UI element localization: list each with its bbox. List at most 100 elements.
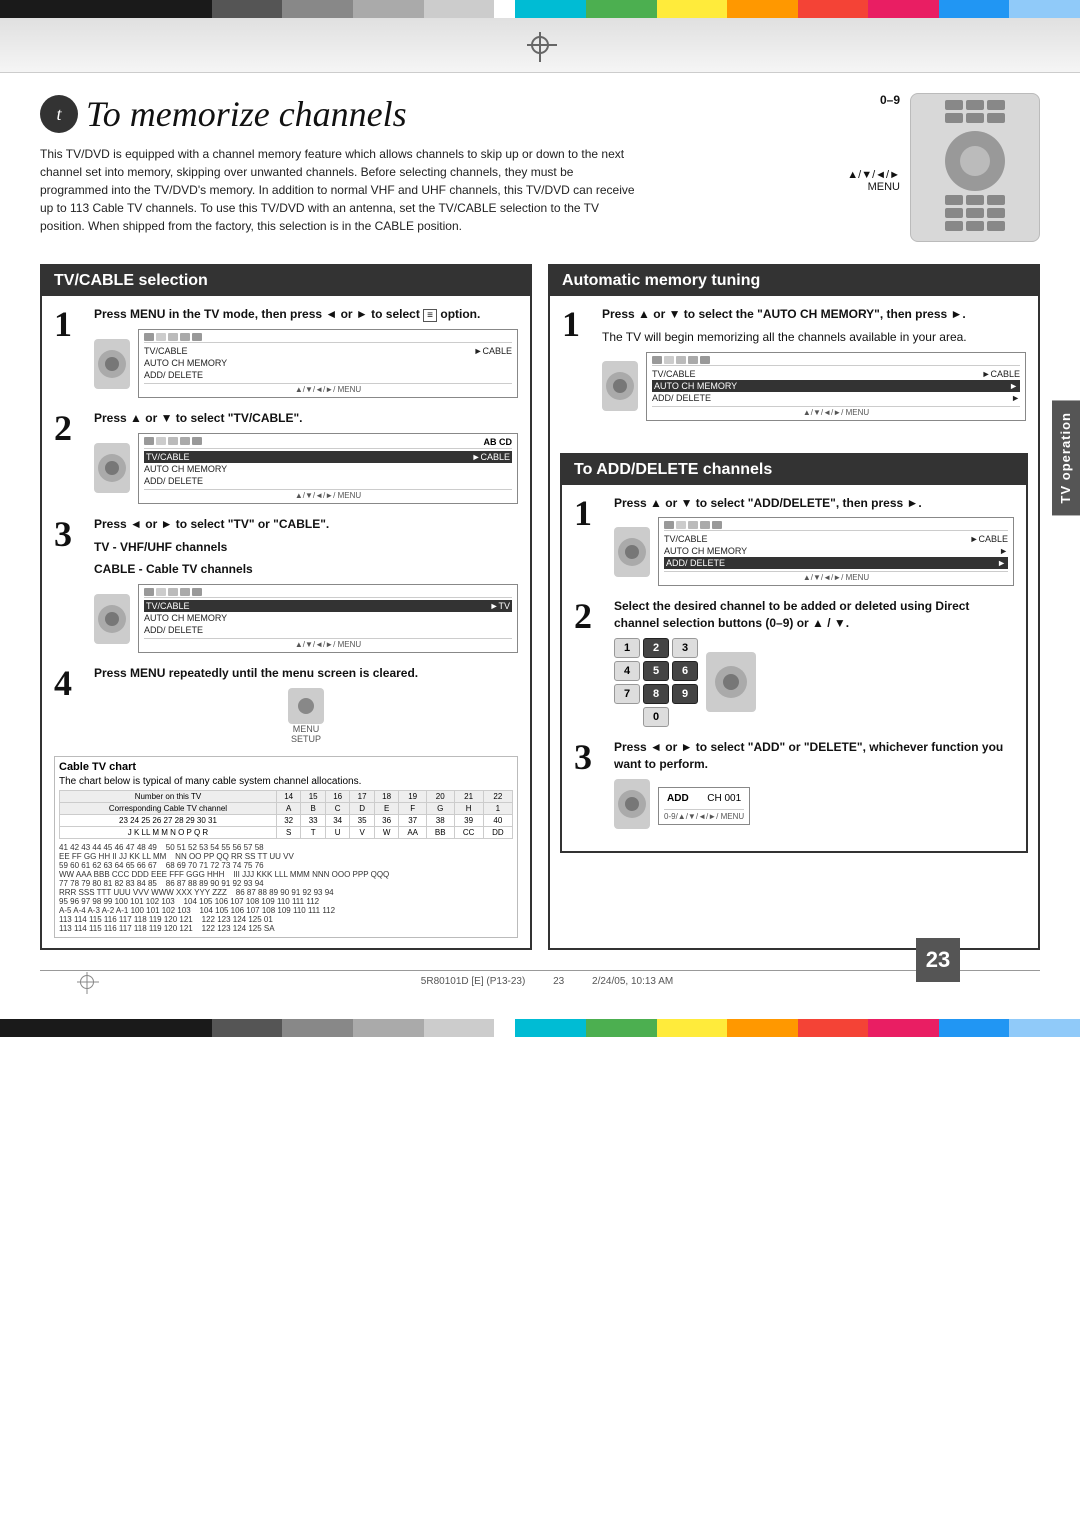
remote-label-09: 0–9	[880, 93, 900, 107]
main-sections-row: TV/CABLE selection 1 Press MENU in the T…	[40, 264, 1040, 950]
add-screen-row-1: ADD CH 001	[664, 791, 744, 806]
numpad-9: 9	[672, 684, 698, 704]
auto-step-1: 1 Press ▲ or ▼ to select the "AUTO CH ME…	[562, 306, 1026, 421]
table-header: 19	[399, 790, 427, 802]
header-right: 0–9 ▲/▼/◄/► MENU	[840, 93, 1040, 246]
menu-screen-footer: ▲/▼/◄/►/ MENU	[144, 638, 512, 649]
add-step-1-menu-screen: TV/CABLE ►CABLE AUTO CH MEMORY ► ADD/ DE…	[658, 517, 1014, 586]
menu-icon	[144, 333, 154, 341]
step-1-menu-screen: TV/CABLE ►CABLE AUTO CH MEMORY ADD/ DELE…	[138, 329, 518, 398]
add-step-3-text: Press ◄ or ► to select "ADD" or "DELETE"…	[614, 739, 1014, 773]
tvcable-section-header: TV/CABLE selection	[42, 266, 530, 296]
table-header: H	[454, 802, 483, 814]
colorbar-cyan	[515, 0, 586, 18]
step-4-remote-icon: MENUSETUP	[94, 688, 518, 744]
add-step-2-text: Select the desired channel to be added o…	[614, 598, 1014, 632]
add-screen-value: CH 001	[707, 793, 741, 804]
menu-row-tvcable-a: TV/CABLE ►CABLE	[652, 368, 1020, 380]
add-delete-section: To ADD/DELETE channels 1 Press ▲ or ▼ to…	[560, 453, 1028, 853]
menu-icon	[180, 588, 190, 596]
add-screen-footer: 0-9/▲/▼/◄/►/ MENU	[664, 809, 744, 821]
step-1-text: Press MENU in the TV mode, then press ◄ …	[94, 306, 518, 323]
tvcable-section-body: 1 Press MENU in the TV mode, then press …	[42, 296, 530, 948]
menu-screen-header	[144, 588, 512, 598]
menu-icon	[700, 356, 710, 364]
colorbar-gray3	[353, 0, 424, 18]
menu-row-adddelete-hl: ADD/ DELETE ►	[664, 557, 1008, 569]
step-number-4: 4	[54, 665, 86, 701]
table-cell: 39	[454, 814, 483, 826]
right-section: Automatic memory tuning 1 Press ▲ or ▼ t…	[548, 264, 1040, 950]
add-step-1-screen: TV/CABLE ►CABLE AUTO CH MEMORY ► ADD/ DE…	[614, 517, 1014, 586]
bottom-colorbar-orange	[727, 1019, 798, 1037]
add-step-3: 3 Press ◄ or ► to select "ADD" or "DELET…	[574, 739, 1014, 829]
cable-table: Number on this TV 14 15 16 17 18 19 20 2…	[59, 790, 513, 839]
menu-screen-footer: ▲/▼/◄/►/ MENU	[144, 489, 512, 500]
numpad: 1 2 3 4 5 6 7 8 9	[614, 638, 698, 727]
add-step-1-content: Press ▲ or ▼ to select "ADD/DELETE", the…	[614, 495, 1014, 587]
table-cell: W	[374, 826, 398, 838]
bottom-colorbar-red	[798, 1019, 869, 1037]
top-stripe	[0, 18, 1080, 73]
add-step-number-3: 3	[574, 739, 606, 775]
auto-step-number-1: 1	[562, 306, 594, 342]
numpad-and-remote: 1 2 3 4 5 6 7 8 9	[614, 638, 698, 727]
bottom-colorbar-green	[586, 1019, 657, 1037]
bottom-colorbar-blue	[939, 1019, 1010, 1037]
table-header: A	[276, 802, 300, 814]
menu-icons	[144, 588, 202, 596]
menu-row-adddelete3: ADD/ DELETE	[144, 624, 512, 636]
page-title: To memorize channels	[86, 93, 407, 135]
step-2-menu-screen: AB CD TV/CABLE ►CABLE AUTO CH MEMORY	[138, 433, 518, 504]
remote-btn	[945, 208, 963, 218]
step-3-text: Press ◄ or ► to select "TV" or "CABLE".	[94, 516, 518, 533]
table-header: 14	[276, 790, 300, 802]
menu-icon	[700, 521, 710, 529]
table-cell: 36	[374, 814, 398, 826]
intro-text: This TV/DVD is equipped with a channel m…	[40, 145, 640, 235]
remote-btn	[966, 113, 984, 123]
add-step-2: 2 Select the desired channel to be added…	[574, 598, 1014, 727]
remote-btn	[945, 113, 963, 123]
remote-btn	[987, 100, 1005, 110]
menu-icon	[180, 333, 190, 341]
remote-btn	[987, 113, 1005, 123]
menu-icon	[192, 437, 202, 445]
bottom-crosshair-left	[80, 975, 94, 989]
title-box: t To memorize channels	[40, 93, 840, 135]
menu-screen-footer-b: ▲/▼/◄/►/ MENU	[664, 571, 1008, 582]
colorbar-pink	[868, 0, 939, 18]
menu-row-adddelete2: ADD/ DELETE	[144, 475, 512, 487]
step-4-content: Press MENU repeatedly until the menu scr…	[94, 665, 518, 744]
title-icon-letter: t	[56, 104, 61, 125]
menu-icon	[156, 588, 166, 596]
footer-left-text: 5R80101D [E] (P13-23)	[421, 976, 526, 987]
add-step-2-mini-remote	[706, 652, 756, 712]
colorbar-red	[798, 0, 869, 18]
table-header: 20	[426, 790, 454, 802]
table-header: Corresponding Cable TV channel	[60, 802, 277, 814]
remote-btn	[987, 221, 1005, 231]
menu-row-autoch3: AUTO CH MEMORY	[144, 612, 512, 624]
menu-row-adddelete: ADD/ DELETE	[144, 369, 512, 381]
step-2-content: Press ▲ or ▼ to select "TV/CABLE".	[94, 410, 518, 504]
remote-btn	[987, 195, 1005, 205]
menu-icon	[144, 588, 154, 596]
auto-step-1-content: Press ▲ or ▼ to select the "AUTO CH MEMO…	[602, 306, 1026, 421]
step-3-content: Press ◄ or ► to select "TV" or "CABLE". …	[94, 516, 518, 653]
menu-row-tvcable: TV/CABLE ►CABLE	[144, 345, 512, 357]
bottom-colorbar-black	[0, 1019, 212, 1037]
step-number-1: 1	[54, 306, 86, 342]
menu-icon	[156, 333, 166, 341]
numpad-1: 1	[614, 638, 640, 658]
colorbar-blue	[939, 0, 1010, 18]
menu-icon	[144, 437, 154, 445]
colorbar-gray2	[282, 0, 353, 18]
menu-row-autoch: AUTO CH MEMORY	[144, 357, 512, 369]
page-number-badge: 23	[916, 938, 960, 982]
remote-btn	[966, 100, 984, 110]
table-cell: BB	[426, 826, 454, 838]
menu-icon	[156, 437, 166, 445]
menu-row-tvcable-tv: TV/CABLE ►TV	[144, 600, 512, 612]
numpad-5: 5	[643, 661, 669, 681]
